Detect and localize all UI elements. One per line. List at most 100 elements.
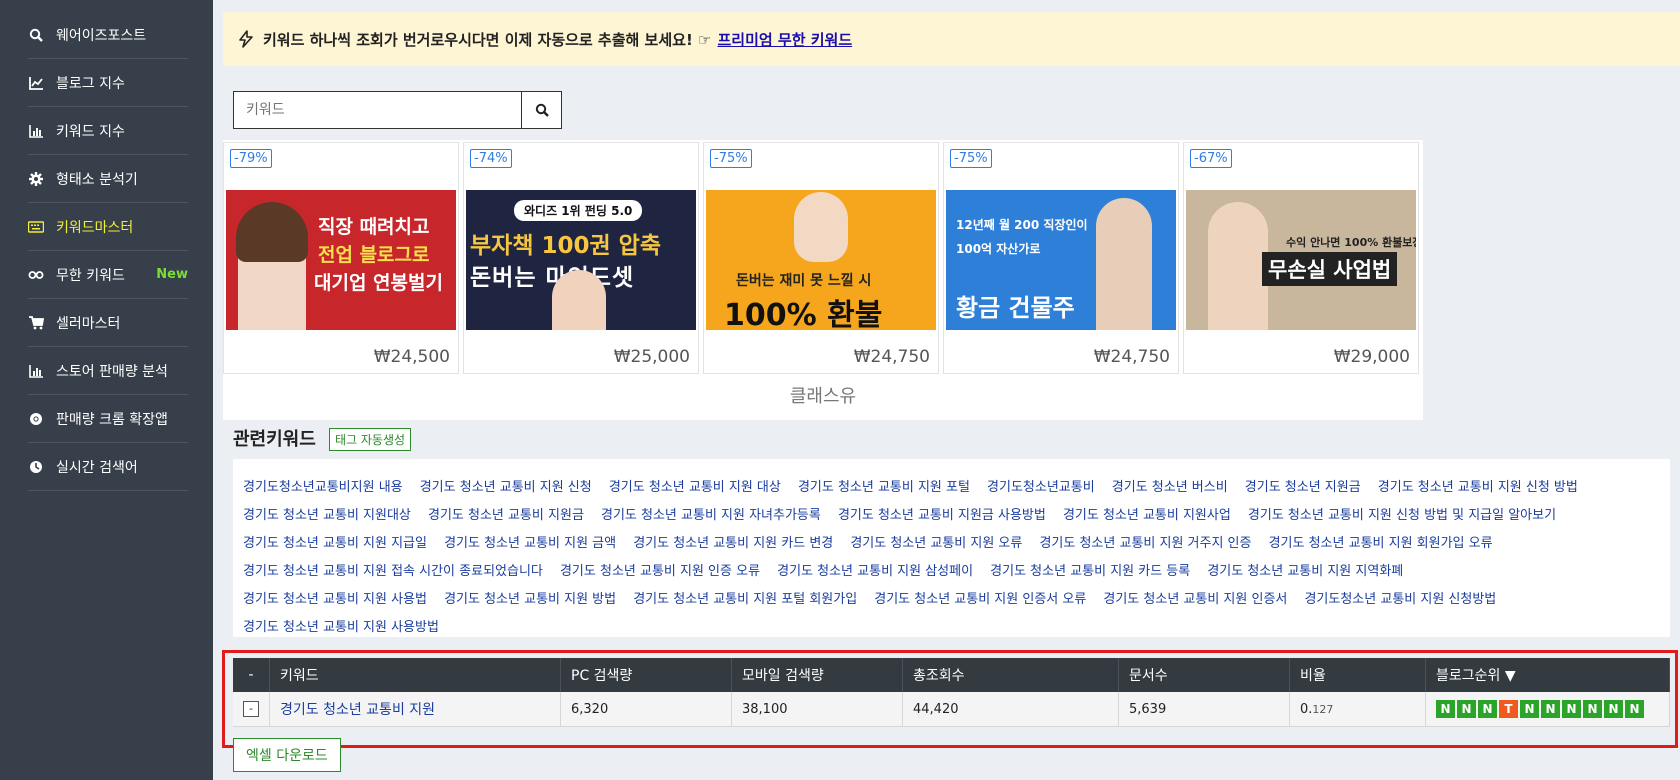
ad-headline: 100% 환불 bbox=[724, 298, 883, 330]
sidebar-item-keyword-index[interactable]: 키워드 지수 bbox=[28, 107, 188, 155]
hair-illustration bbox=[236, 202, 308, 262]
person-illustration bbox=[1208, 202, 1268, 330]
search-icon bbox=[535, 103, 549, 117]
keyboard-icon bbox=[28, 219, 44, 235]
keyword-row: 경기도 청소년 교통비 지원 접속 시간이 종료되었습니다 경기도 청소년 교통… bbox=[243, 556, 1660, 584]
ad-brand[interactable]: 클래스유 bbox=[223, 382, 1423, 408]
related-keyword-link[interactable]: 경기도 청소년 교통비 지원 거주지 인증 bbox=[1039, 536, 1251, 551]
ad-card[interactable]: -74% 와디즈 1위 펀딩 5.0 부자책 100권 압축 돈버는 마인드셋 … bbox=[463, 142, 699, 374]
related-keyword-link[interactable]: 경기도 청소년 교통비 지원 금액 bbox=[444, 536, 616, 551]
line-chart-icon bbox=[28, 75, 44, 91]
related-keyword-link[interactable]: 경기도 청소년 교통비 지원 대상 bbox=[609, 480, 781, 495]
related-keyword-link[interactable]: 경기도청소년교통비 bbox=[987, 480, 1095, 495]
related-keyword-link[interactable]: 경기도 청소년 교통비 지원 인증서 bbox=[1103, 592, 1287, 607]
sidebar-item-label: 셀러마스터 bbox=[56, 315, 121, 332]
related-keyword-link[interactable]: 경기도 청소년 교통비 지원 방법 bbox=[444, 592, 616, 607]
related-keyword-link[interactable]: 경기도 청소년 교통비 지원금 bbox=[428, 508, 584, 523]
related-keyword-link[interactable]: 경기도 청소년 교통비 지원대상 bbox=[243, 508, 411, 523]
cart-icon bbox=[28, 315, 44, 331]
sidebar-item-label: 실시간 검색어 bbox=[56, 459, 138, 476]
related-keyword-link[interactable]: 경기도 청소년 교통비 지원 접속 시간이 종료되었습니다 bbox=[243, 564, 543, 579]
sidebar-item-label: 키워드마스터 bbox=[56, 219, 134, 236]
related-keyword-link[interactable]: 경기도 청소년 교통비 지원 삼성페이 bbox=[777, 564, 973, 579]
sidebar-item-keyword-master[interactable]: 키워드마스터 bbox=[28, 203, 188, 251]
ad-card[interactable]: -67% 수익 안나면 100% 환불보장 무손실 사업법 ₩29,000 bbox=[1183, 142, 1419, 374]
related-keyword-link[interactable]: 경기도 청소년 교통비 지원 포털 bbox=[798, 480, 970, 495]
related-keyword-link[interactable]: 경기도 청소년 교통비 지원 자녀추가등록 bbox=[601, 508, 821, 523]
sidebar-item-morpheme-analyzer[interactable]: 형태소 분석기 bbox=[28, 155, 188, 203]
related-keyword-link[interactable]: 경기도 청소년 교통비 지원 포털 회원가입 bbox=[633, 592, 857, 607]
ad-card[interactable]: -79% 직장 때려치고 전업 블로그로 대기업 연봉벌기 ₩24,500 bbox=[223, 142, 459, 374]
ad-headline: 수익 안나면 100% 환불보장 bbox=[1286, 236, 1416, 249]
ad-area: ⓘ ✕ -79% 직장 때려치고 전업 블로그로 대기업 연봉벌기 ₩24,50… bbox=[223, 140, 1423, 420]
ad-headline: 12년째 월 200 직장인이 bbox=[956, 218, 1088, 232]
sidebar-item-label: 키워드 지수 bbox=[56, 123, 125, 140]
bar-chart-icon bbox=[28, 363, 44, 379]
related-keyword-link[interactable]: 경기도 청소년 교통비 지원 인증서 오류 bbox=[874, 592, 1086, 607]
ad-headline: 돈버는 재미 못 느낄 시 bbox=[736, 273, 872, 289]
related-keyword-link[interactable]: 경기도 청소년 교통비 지원 회원가입 오류 bbox=[1269, 536, 1493, 551]
sidebar-item-label: 판매량 크롬 확장앱 bbox=[56, 411, 168, 428]
keyword-search-box bbox=[233, 91, 562, 129]
keyword-row: 경기도 청소년 교통비 지원 지급일 경기도 청소년 교통비 지원 금액 경기도… bbox=[243, 528, 1660, 556]
related-keyword-link[interactable]: 경기도청소년교통비지원 내용 bbox=[243, 480, 403, 495]
keyword-row: 경기도 청소년 교통비 지원 사용법 경기도 청소년 교통비 지원 방법 경기도… bbox=[243, 584, 1660, 612]
ad-price: ₩29,000 bbox=[1333, 347, 1410, 367]
related-keyword-link[interactable]: 경기도 청소년 지원금 bbox=[1245, 480, 1361, 495]
ad-image: 직장 때려치고 전업 블로그로 대기업 연봉벌기 bbox=[226, 190, 456, 330]
ad-image: 12년째 월 200 직장인이 100억 자산가로 황금 건물주 bbox=[946, 190, 1176, 330]
sidebar-item-blog-index[interactable]: 블로그 지수 bbox=[28, 59, 188, 107]
selection-highlight bbox=[222, 650, 1678, 748]
tag-autogenerate-button[interactable]: 태그 자동생성 bbox=[329, 428, 412, 451]
sidebar-item-store-sales[interactable]: 스토어 판매량 분석 bbox=[28, 347, 188, 395]
ad-headline: 무손실 사업법 bbox=[1262, 252, 1398, 286]
sidebar-item-whereispost[interactable]: 웨어이즈포스트 bbox=[28, 11, 188, 59]
sidebar-item-label: 블로그 지수 bbox=[56, 75, 125, 92]
related-keyword-link[interactable]: 경기도 청소년 교통비 지원 카드 변경 bbox=[633, 536, 833, 551]
related-keyword-link[interactable]: 경기도 청소년 버스비 bbox=[1112, 480, 1228, 495]
ad-image: 돈버는 재미 못 느낄 시 100% 환불 bbox=[706, 190, 936, 330]
related-keyword-link[interactable]: 경기도 청소년 교통비 지원 오류 bbox=[850, 536, 1022, 551]
sidebar-item-seller-master[interactable]: 셀러마스터 bbox=[28, 299, 188, 347]
sidebar-item-chrome-extension[interactable]: 판매량 크롬 확장앱 bbox=[28, 395, 188, 443]
ad-image: 수익 안나면 100% 환불보장 무손실 사업법 bbox=[1186, 190, 1416, 330]
related-keyword-link[interactable]: 경기도 청소년 교통비 지원 사용방법 bbox=[243, 620, 439, 635]
related-keyword-link[interactable]: 경기도청소년 교통비 지원 신청방법 bbox=[1304, 592, 1496, 607]
ad-price: ₩25,000 bbox=[613, 347, 690, 367]
ad-card[interactable]: -75% 12년째 월 200 직장인이 100억 자산가로 황금 건물주 ₩2… bbox=[943, 142, 1179, 374]
keyword-row: 경기도 청소년 교통비 지원 사용방법 bbox=[243, 612, 1660, 640]
ad-tag: 와디즈 1위 펀딩 5.0 bbox=[514, 200, 643, 221]
keyword-row: 경기도청소년교통비지원 내용 경기도 청소년 교통비 지원 신청 경기도 청소년… bbox=[243, 472, 1660, 500]
related-keyword-link[interactable]: 경기도 청소년 교통비 지원 신청 bbox=[420, 480, 592, 495]
related-keyword-link[interactable]: 경기도 청소년 교통비 지원 신청 방법 및 지급일 알아보기 bbox=[1248, 508, 1556, 523]
discount-badge: -79% bbox=[230, 149, 272, 168]
related-keyword-link[interactable]: 경기도 청소년 교통비 지원금 사용방법 bbox=[838, 508, 1046, 523]
related-keyword-link[interactable]: 경기도 청소년 교통비 지원 인증 오류 bbox=[560, 564, 760, 579]
discount-badge: -75% bbox=[710, 149, 752, 168]
related-keyword-link[interactable]: 경기도 청소년 교통비 지원 지역화폐 bbox=[1207, 564, 1403, 579]
ad-price: ₩24,750 bbox=[1093, 347, 1170, 367]
sidebar-item-realtime-search[interactable]: 실시간 검색어 bbox=[28, 443, 188, 491]
sidebar-item-label: 형태소 분석기 bbox=[56, 171, 138, 188]
sidebar-item-label: 웨어이즈포스트 bbox=[56, 27, 147, 44]
search-button[interactable] bbox=[521, 92, 561, 128]
related-keyword-link[interactable]: 경기도 청소년 교통비 지원사업 bbox=[1063, 508, 1231, 523]
premium-keyword-link[interactable]: 프리미엄 무한 키워드 bbox=[717, 29, 852, 50]
ad-headline: 황금 건물주 bbox=[956, 294, 1075, 322]
person-illustration bbox=[794, 192, 848, 262]
keyword-search-input[interactable] bbox=[234, 92, 521, 128]
excel-download-button[interactable]: 엑셀 다운로드 bbox=[233, 738, 341, 772]
related-keyword-link[interactable]: 경기도 청소년 교통비 지원 신청 방법 bbox=[1378, 480, 1578, 495]
ad-headline: 돈버는 마인드셋 bbox=[470, 265, 635, 291]
ad-card[interactable]: -75% 돈버는 재미 못 느낄 시 100% 환불 ₩24,750 bbox=[703, 142, 939, 374]
related-keyword-link[interactable]: 경기도 청소년 교통비 지원 지급일 bbox=[243, 536, 427, 551]
person-illustration bbox=[552, 270, 606, 330]
clock-icon bbox=[28, 459, 44, 475]
sidebar-item-infinite-keyword[interactable]: 무한 키워드 New bbox=[28, 251, 188, 299]
related-keyword-link[interactable]: 경기도 청소년 교통비 지원 카드 등록 bbox=[990, 564, 1190, 579]
sidebar: 웨어이즈포스트 블로그 지수 키워드 지수 형태소 분석기 키워드마스터 무한 … bbox=[0, 0, 213, 780]
ad-price: ₩24,500 bbox=[373, 347, 450, 367]
new-badge: New bbox=[156, 267, 188, 282]
related-keyword-link[interactable]: 경기도 청소년 교통비 지원 사용법 bbox=[243, 592, 427, 607]
ad-headline: 부자책 100권 압축 bbox=[470, 233, 661, 259]
